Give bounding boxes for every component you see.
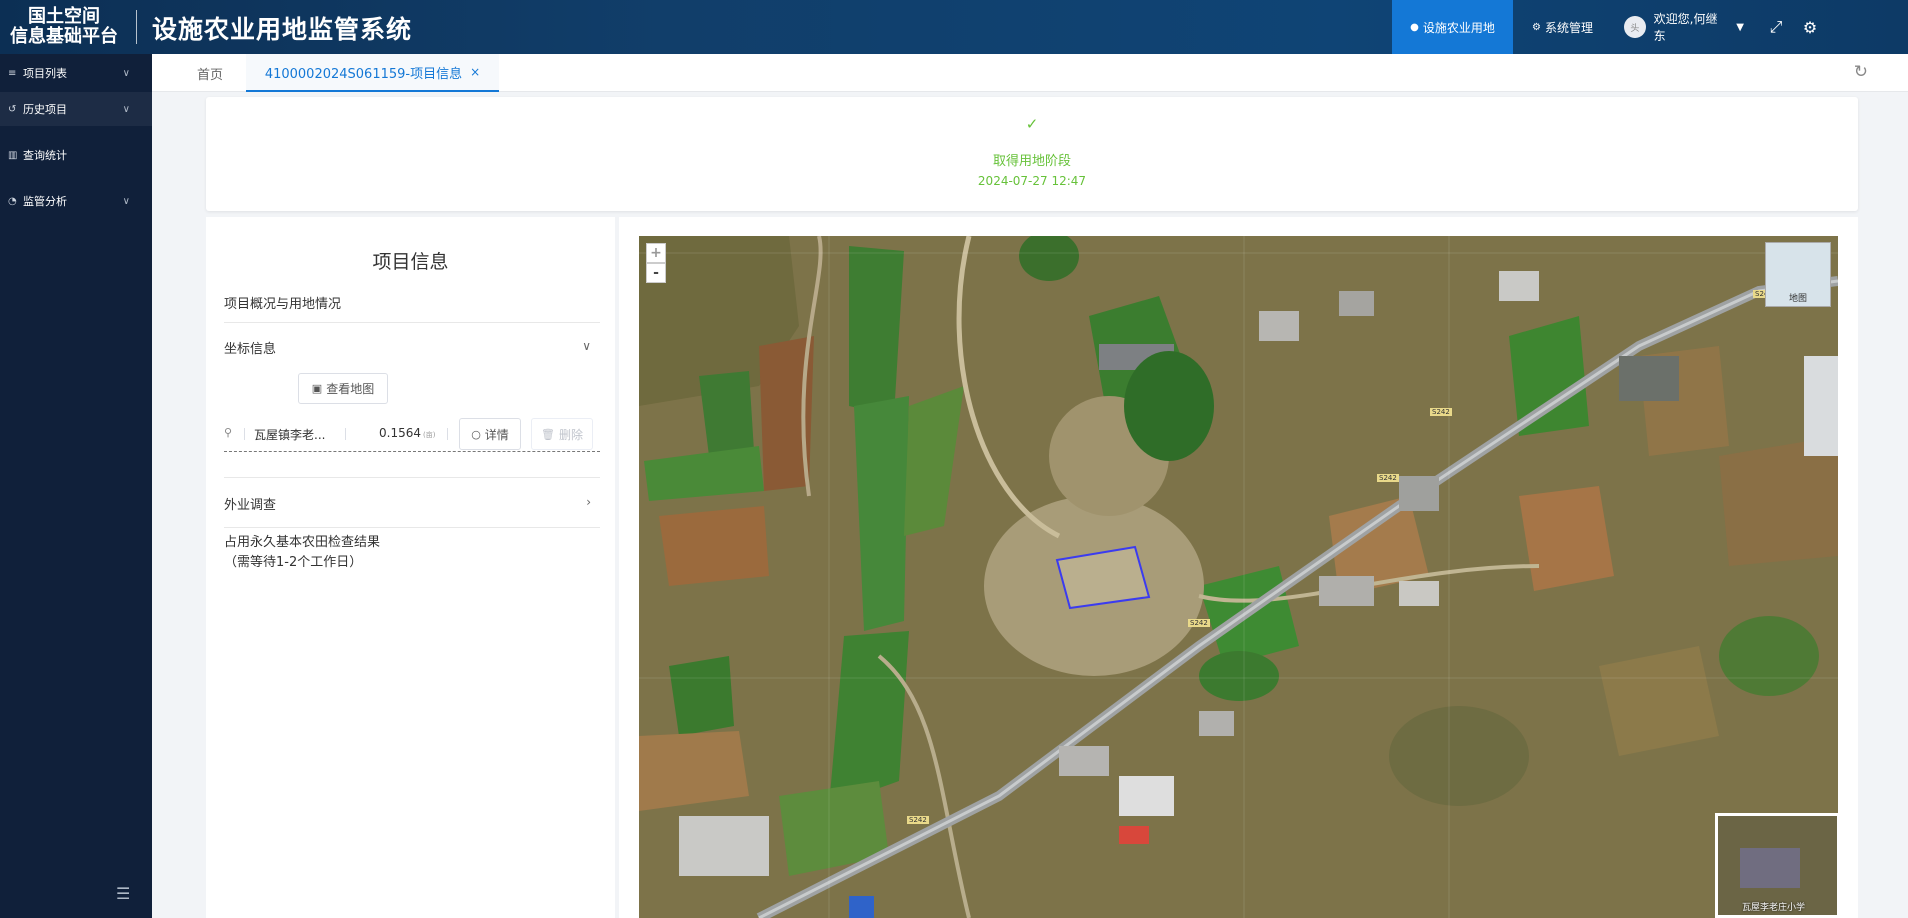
chevron-down-icon: ∨ bbox=[122, 67, 130, 79]
chevron-right-icon[interactable]: › bbox=[586, 495, 591, 509]
road-label: S242 bbox=[907, 816, 929, 824]
sidebar-item-label: 项目列表 bbox=[23, 67, 67, 80]
field-survey-header[interactable]: 外业调查 bbox=[224, 494, 276, 513]
tab-home[interactable]: 首页 bbox=[197, 54, 223, 92]
gears-icon: ⚙ bbox=[1532, 21, 1541, 33]
user-greeting: 欢迎您,何继东 bbox=[1653, 12, 1718, 43]
detail-label: 详情 bbox=[484, 427, 509, 442]
project-info-panel: 项目信息 项目概况与用地情况 坐标信息 ∨ ▣ 查看地图 ⚲ 瓦屋镇李老... … bbox=[206, 217, 615, 918]
divider bbox=[224, 477, 600, 478]
logo-divider bbox=[136, 10, 137, 44]
chevron-down-icon: ∨ bbox=[122, 195, 130, 207]
settings-icon[interactable]: ⚙ bbox=[1800, 0, 1820, 54]
coord-area-value: 0.1564 bbox=[379, 426, 421, 440]
stage-label: 取得用地阶段 bbox=[992, 154, 1071, 169]
stage-status-card: ✓ 取得用地阶段 2024-07-27 12:47 bbox=[206, 97, 1858, 211]
coord-area-unit: (亩) bbox=[423, 431, 436, 439]
coord-area: 0.1564 (亩) bbox=[379, 426, 435, 440]
tab-project-info-label: 4100002024S061159-项目信息 bbox=[264, 66, 463, 82]
sidebar-item-query-stats[interactable]: ▥ 查询统计 bbox=[0, 138, 152, 172]
sidebar-item-label: 监管分析 bbox=[23, 195, 67, 208]
trash-icon: 🗑 bbox=[541, 427, 555, 441]
list-icon: ≡ bbox=[8, 67, 17, 79]
refresh-icon[interactable]: ↻ bbox=[1854, 62, 1868, 82]
sidebar-item-project-list[interactable]: ≡ 项目列表 ∨ bbox=[0, 56, 152, 90]
chevron-down-icon: ▼ bbox=[1736, 21, 1744, 33]
fullscreen-icon[interactable]: ⤢ bbox=[1768, 0, 1784, 54]
nav-facility-land-button[interactable]: ● 设施农业用地 bbox=[1392, 0, 1513, 54]
check-result-title: 占用永久基本农田检查结果 bbox=[224, 535, 381, 550]
logo-line2: 信息基础平台 bbox=[10, 26, 118, 47]
separator bbox=[345, 428, 346, 440]
history-icon: ↺ bbox=[8, 103, 17, 115]
basemap-label: 地图 bbox=[1788, 294, 1807, 304]
view-map-label: 查看地图 bbox=[326, 382, 375, 396]
overview-link[interactable]: 项目概况与用地情况 bbox=[224, 293, 341, 312]
basic-farmland-check-result: 占用永久基本农田检查结果 （需等待1-2个工作日） bbox=[224, 533, 380, 573]
top-header: 国土空间 信息基础平台 设施农业用地监管系统 ● 设施农业用地 ⚙ 系统管理 头… bbox=[0, 0, 1908, 54]
zoom-in-button[interactable]: + bbox=[646, 243, 666, 263]
nav-system-button[interactable]: ⚙ 系统管理 bbox=[1513, 0, 1612, 54]
pie-chart-icon: ◔ bbox=[8, 195, 17, 207]
nav-facility-land-label: 设施农业用地 bbox=[1422, 20, 1495, 35]
view-map-button[interactable]: ▣ 查看地图 bbox=[298, 373, 388, 404]
check-icon: ✓ bbox=[1025, 115, 1039, 133]
divider bbox=[224, 527, 600, 528]
check-result-note: （需等待1-2个工作日） bbox=[224, 555, 363, 570]
sidebar-item-label: 查询统计 bbox=[23, 149, 67, 162]
avatar: 头 bbox=[1624, 16, 1646, 38]
map-panel: S242 S242 S242 S242 S242 + - 地图 瓦屋李老庄小学 bbox=[619, 217, 1858, 918]
coord-row: ⚲ 瓦屋镇李老... 0.1564 (亩) ○ 详情 🗑 删除 bbox=[224, 417, 600, 452]
panel-title: 项目信息 bbox=[372, 251, 449, 273]
zoom-out-button[interactable]: - bbox=[646, 263, 666, 283]
separator bbox=[244, 428, 245, 440]
tab-bar: 首页 4100002024S061159-项目信息 × ↻ bbox=[152, 54, 1908, 92]
logo-line1: 国土空间 bbox=[28, 6, 100, 27]
globe-icon: ● bbox=[1410, 21, 1419, 33]
sidebar-item-label: 历史项目 bbox=[23, 103, 67, 116]
close-icon[interactable]: × bbox=[470, 65, 480, 79]
minimap-viewport bbox=[1740, 848, 1800, 888]
sidebar-item-supervision[interactable]: ◔ 监管分析 ∨ bbox=[0, 184, 152, 218]
sidebar: ≡ 项目列表 ∨ ↺ 历史项目 ∨ ▥ 查询统计 ◔ 监管分析 ∨ ☰ bbox=[0, 54, 152, 918]
app-title: 设施农业用地监管系统 bbox=[152, 15, 413, 44]
coord-section-header[interactable]: 坐标信息 bbox=[224, 338, 276, 357]
platform-logo[interactable]: 国土空间 信息基础平台 bbox=[0, 0, 128, 54]
nav-system-label: 系统管理 bbox=[1544, 20, 1593, 35]
delete-button[interactable]: 🗑 删除 bbox=[531, 418, 593, 450]
overview-minimap[interactable]: 瓦屋李老庄小学 bbox=[1715, 813, 1838, 918]
separator bbox=[447, 428, 448, 440]
bar-chart-icon: ▥ bbox=[8, 149, 18, 161]
delete-label: 删除 bbox=[558, 427, 583, 442]
basemap-switch[interactable]: 地图 bbox=[1765, 242, 1831, 307]
user-menu[interactable]: 头 欢迎您,何继东 ▼ bbox=[1624, 0, 1744, 54]
location-pin-icon: ⚲ bbox=[224, 426, 233, 439]
tab-project-info[interactable]: 4100002024S061159-项目信息 × bbox=[246, 54, 499, 92]
image-icon: ▣ bbox=[311, 382, 323, 395]
chevron-down-icon[interactable]: ∨ bbox=[582, 339, 591, 353]
coord-name: 瓦屋镇李老... bbox=[254, 428, 326, 442]
detail-button[interactable]: ○ 详情 bbox=[459, 418, 521, 450]
search-icon: ○ bbox=[471, 427, 481, 441]
chevron-down-icon: ∨ bbox=[122, 103, 130, 115]
stage-time: 2024-07-27 12:47 bbox=[977, 174, 1087, 188]
road-label: S242 bbox=[1430, 408, 1452, 416]
minimap-label: 瓦屋李老庄小学 bbox=[1742, 903, 1806, 913]
satellite-imagery bbox=[639, 236, 1838, 918]
satellite-map[interactable]: S242 S242 S242 S242 S242 + - 地图 瓦屋李老庄小学 bbox=[639, 236, 1838, 918]
divider bbox=[224, 322, 600, 323]
road-label: S242 bbox=[1377, 474, 1399, 482]
collapse-menu-icon[interactable]: ☰ bbox=[116, 884, 130, 903]
road-label: S242 bbox=[1188, 619, 1210, 627]
sidebar-item-history[interactable]: ↺ 历史项目 ∨ bbox=[0, 92, 152, 126]
